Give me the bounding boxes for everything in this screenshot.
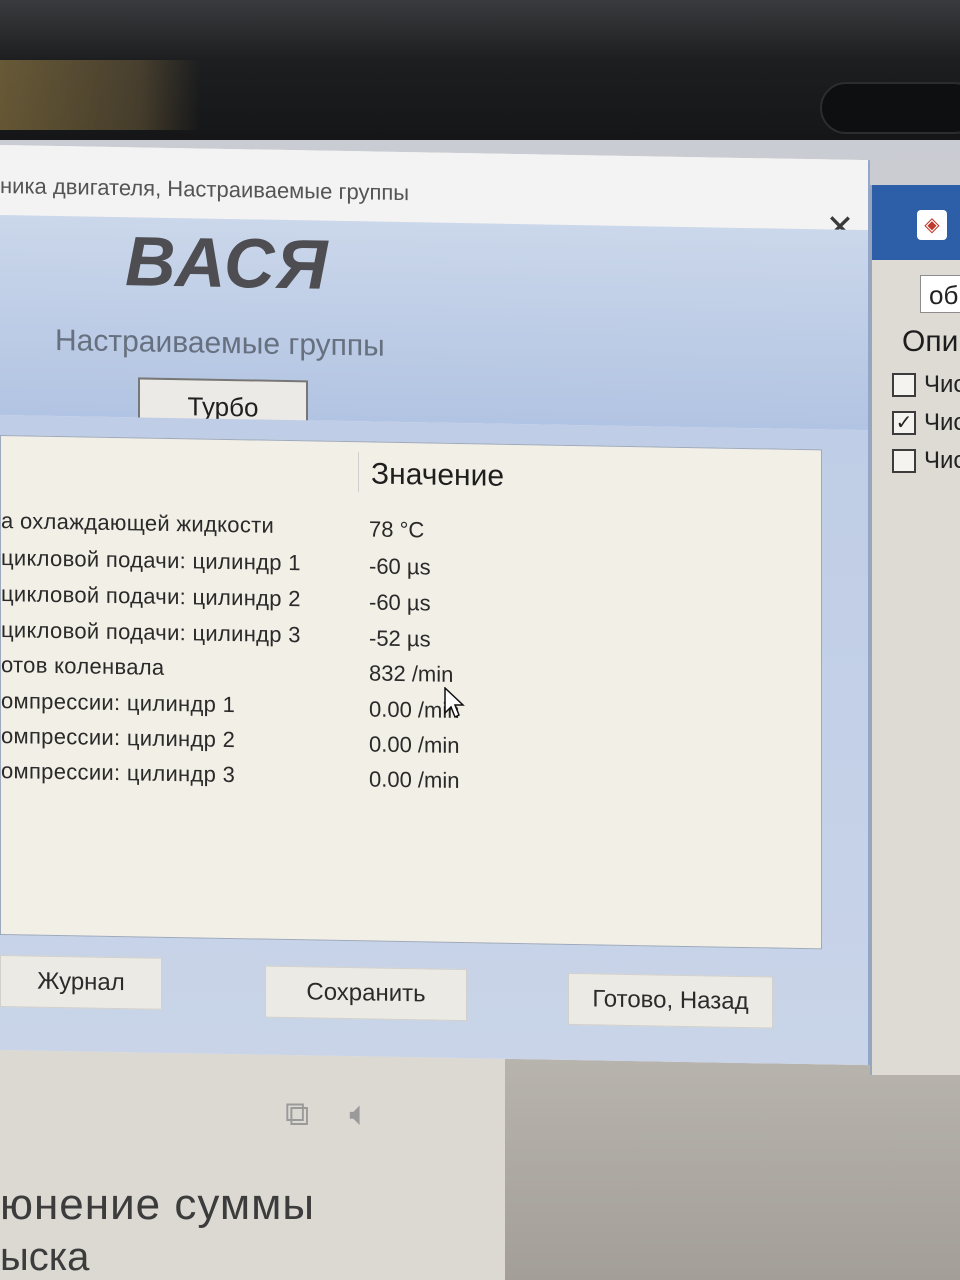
row-value: -52 µs <box>369 625 431 652</box>
page-subtitle: Настраиваемые группы <box>55 323 385 363</box>
done-back-button[interactable]: Готово, Назад <box>568 972 773 1029</box>
row-value: 0.00 /min <box>369 731 460 759</box>
values-table: Значение а охлаждающей жидкости 78 °C ци… <box>0 435 822 950</box>
row-value: 832 /min <box>369 660 454 687</box>
row-value: 78 °C <box>369 516 425 543</box>
checkbox-label: Чис <box>924 371 960 398</box>
checkbox-checked-icon[interactable]: ✓ <box>892 411 916 435</box>
row-name: омпрессии: цилиндр 3 <box>1 758 236 788</box>
window-title: ника двигателя, Настраиваемые группы <box>0 173 410 206</box>
mouse-cursor-icon <box>444 687 465 719</box>
side-window-header: ◈ <box>872 185 960 260</box>
row-name: омпрессии: цилиндр 1 <box>1 688 236 718</box>
background-surface <box>505 1050 960 1280</box>
checkbox-icon[interactable] <box>892 373 916 397</box>
speaker-icon[interactable]: 🔈︎ <box>349 1095 369 1134</box>
checkbox-label: Чис <box>924 409 960 436</box>
row-name: омпрессии: цилиндр 2 <box>1 723 236 753</box>
header-panel: ВАСЯ Настраиваемые группы Турбо <box>0 215 868 437</box>
side-window: ◈ об Опи Чис ✓ Чис Чис <box>870 185 960 1075</box>
side-checkbox-2[interactable]: ✓ Чис <box>892 408 960 438</box>
side-checkbox-1[interactable]: Чис <box>892 370 960 400</box>
column-divider <box>358 452 359 493</box>
row-name: а охлаждающей жидкости <box>1 508 275 538</box>
row-value: -60 µs <box>369 553 431 580</box>
journal-button[interactable]: Журнал <box>0 955 162 1010</box>
background-text-line2: ыска <box>0 1235 90 1279</box>
row-value: 0.00 /min <box>369 766 460 794</box>
row-name: цикловой подачи: цилиндр 1 <box>1 545 301 576</box>
background-text-line1: юнение суммы <box>0 1180 315 1229</box>
main-window: ника двигателя, Настраиваемые группы ✕ В… <box>0 145 870 1066</box>
column-header-value[interactable]: Значение <box>371 457 504 493</box>
checkbox-label: Чис <box>924 447 960 474</box>
checkbox-icon[interactable] <box>892 449 916 473</box>
monitor-bezel <box>0 0 960 150</box>
copy-icon[interactable]: ⧉ <box>285 1095 309 1134</box>
row-name: отов коленвала <box>1 652 165 680</box>
row-value: -60 µs <box>369 589 431 616</box>
app-logo: ВАСЯ <box>125 222 330 304</box>
row-name: цикловой подачи: цилиндр 2 <box>1 581 301 612</box>
save-button[interactable]: Сохранить <box>265 965 467 1022</box>
background-icons: ⧉ 🔈︎ <box>285 1095 370 1134</box>
side-checkbox-3[interactable]: Чис <box>892 446 960 476</box>
app-icon[interactable]: ◈ <box>917 210 947 240</box>
bezel-sticker <box>0 60 200 130</box>
camera-housing <box>820 82 960 134</box>
side-description-label: Опи <box>902 325 959 358</box>
row-name: цикловой подачи: цилиндр 3 <box>1 617 301 648</box>
content-area: Значение а охлаждающей жидкости 78 °C ци… <box>0 415 868 1066</box>
side-search-input[interactable]: об <box>920 275 960 313</box>
